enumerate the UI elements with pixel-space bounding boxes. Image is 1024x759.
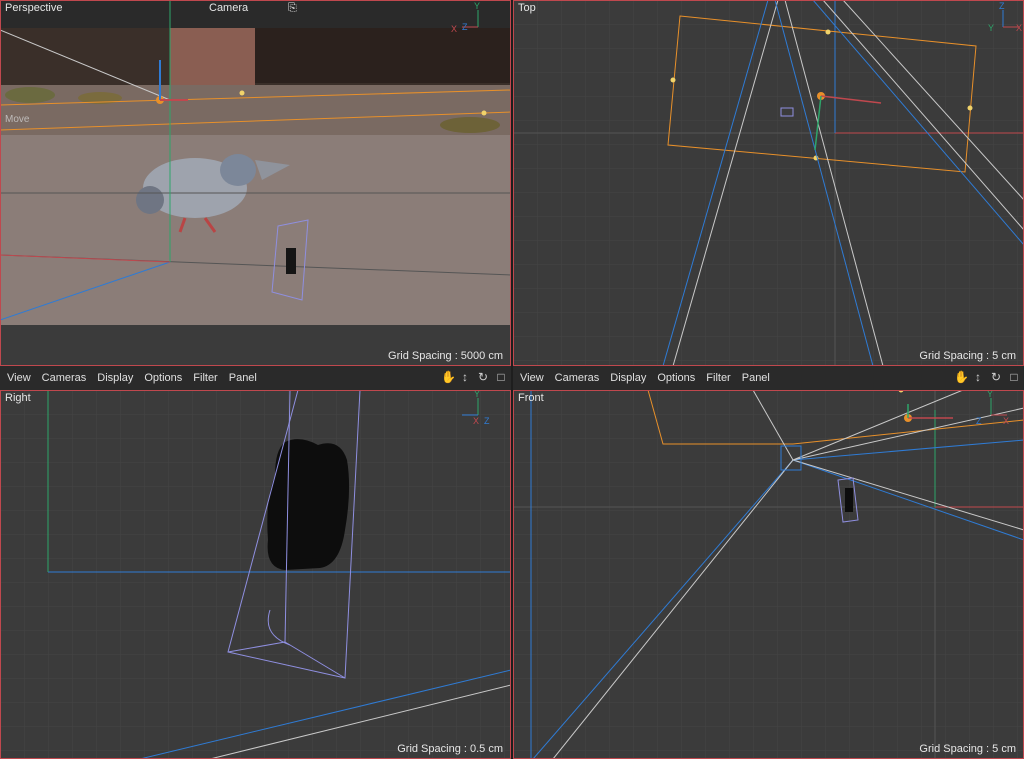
right-scene: Y X Z: [0, 390, 511, 759]
front-label[interactable]: Front: [518, 392, 544, 404]
menu-cameras[interactable]: Cameras: [42, 372, 87, 384]
top-scene: Z Y X: [513, 0, 1024, 366]
menu-display[interactable]: Display: [610, 372, 646, 384]
menu-view[interactable]: View: [7, 372, 31, 384]
perspective-scene: Y X Z: [0, 0, 511, 366]
svg-text:Z: Z: [484, 416, 490, 426]
top-grid-spacing: Grid Spacing : 5 cm: [919, 350, 1016, 362]
perspective-viewport[interactable]: Y X Z Perspective Camera ⎘ Move Grid Spa…: [0, 0, 511, 366]
camera-icon[interactable]: ⎘: [288, 2, 297, 15]
svg-text:Y: Y: [474, 390, 480, 399]
front-scene: Y Z X: [513, 390, 1024, 759]
svg-text:Y: Y: [988, 23, 994, 33]
svg-text:X: X: [1016, 23, 1022, 33]
svg-text:Z: Z: [462, 22, 468, 32]
svg-text:Y: Y: [474, 1, 480, 11]
front-grid-spacing: Grid Spacing : 5 cm: [919, 743, 1016, 755]
hud-tool-label: Move: [5, 114, 30, 125]
right-viewport[interactable]: Y X Z Right Grid Spacing : 0.5 cm: [0, 390, 511, 759]
svg-text:X: X: [451, 24, 457, 34]
svg-text:X: X: [1003, 416, 1009, 426]
svg-text:Z: Z: [976, 416, 982, 426]
pan-hand-icon[interactable]: ✋: [441, 370, 456, 384]
perspective-label[interactable]: Perspective: [5, 2, 62, 14]
right-grid-spacing: Grid Spacing : 0.5 cm: [397, 743, 503, 755]
menubar-right: View Cameras Display Options Filter Pane…: [513, 366, 1024, 390]
menu-view[interactable]: View: [520, 372, 544, 384]
top-label[interactable]: Top: [518, 2, 536, 14]
maximize-icon[interactable]: □: [1008, 370, 1020, 384]
right-label[interactable]: Right: [5, 392, 31, 404]
menu-cameras[interactable]: Cameras: [555, 372, 600, 384]
top-viewport[interactable]: Z Y X Top Grid Spacing : 5 cm: [513, 0, 1024, 366]
menu-filter[interactable]: Filter: [706, 372, 730, 384]
rotate-icon[interactable]: ↻: [990, 370, 1002, 384]
maximize-icon[interactable]: □: [495, 370, 507, 384]
dolly-arrows-icon[interactable]: ↕: [972, 370, 984, 384]
menubar-left: View Cameras Display Options Filter Pane…: [0, 366, 511, 390]
menu-filter[interactable]: Filter: [193, 372, 217, 384]
menu-panel[interactable]: Panel: [742, 372, 770, 384]
menu-panel[interactable]: Panel: [229, 372, 257, 384]
camera-selector[interactable]: Camera: [209, 2, 248, 14]
dolly-arrows-icon[interactable]: ↕: [459, 370, 471, 384]
menu-options[interactable]: Options: [144, 372, 182, 384]
menu-options[interactable]: Options: [657, 372, 695, 384]
menu-display[interactable]: Display: [97, 372, 133, 384]
rotate-icon[interactable]: ↻: [477, 370, 489, 384]
svg-text:Y: Y: [987, 390, 993, 399]
svg-text:Z: Z: [999, 1, 1005, 11]
pan-hand-icon[interactable]: ✋: [954, 370, 969, 384]
front-viewport[interactable]: Y Z X Front Grid Spacing : 5 cm: [513, 390, 1024, 759]
svg-text:X: X: [473, 416, 479, 426]
perspective-grid-spacing: Grid Spacing : 5000 cm: [388, 350, 503, 362]
